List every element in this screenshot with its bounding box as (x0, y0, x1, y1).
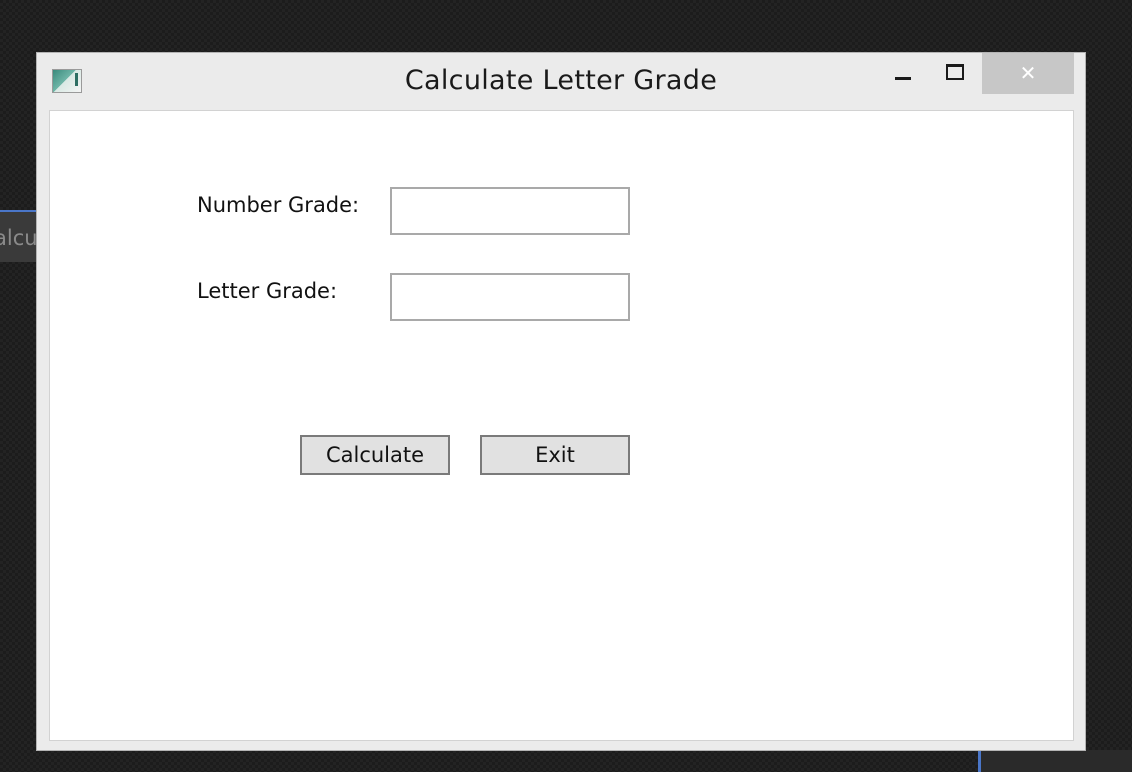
background-window-edge (978, 750, 1132, 772)
minimize-button[interactable] (885, 53, 921, 95)
background-window-title: alcu (0, 226, 38, 250)
calculate-button[interactable]: Calculate (300, 435, 450, 475)
form-window: Calculate Letter Grade ✕ Number Grade: L… (36, 52, 1086, 751)
number-grade-input[interactable] (390, 187, 630, 235)
title-bar[interactable]: Calculate Letter Grade ✕ (37, 53, 1085, 110)
form-client-area: Number Grade: Letter Grade: Calculate Ex… (49, 110, 1074, 741)
letter-grade-label: Letter Grade: (197, 279, 338, 303)
maximize-icon (946, 64, 964, 80)
maximize-button[interactable] (937, 53, 973, 95)
window-title: Calculate Letter Grade (404, 65, 718, 96)
letter-grade-output[interactable] (390, 273, 630, 321)
minimize-icon (895, 76, 911, 80)
close-button[interactable]: ✕ (982, 53, 1074, 94)
number-grade-label: Number Grade: (197, 193, 360, 217)
background-window-tab: alcu (0, 210, 40, 262)
exit-button[interactable]: Exit (480, 435, 630, 475)
close-icon: ✕ (1019, 60, 1037, 85)
